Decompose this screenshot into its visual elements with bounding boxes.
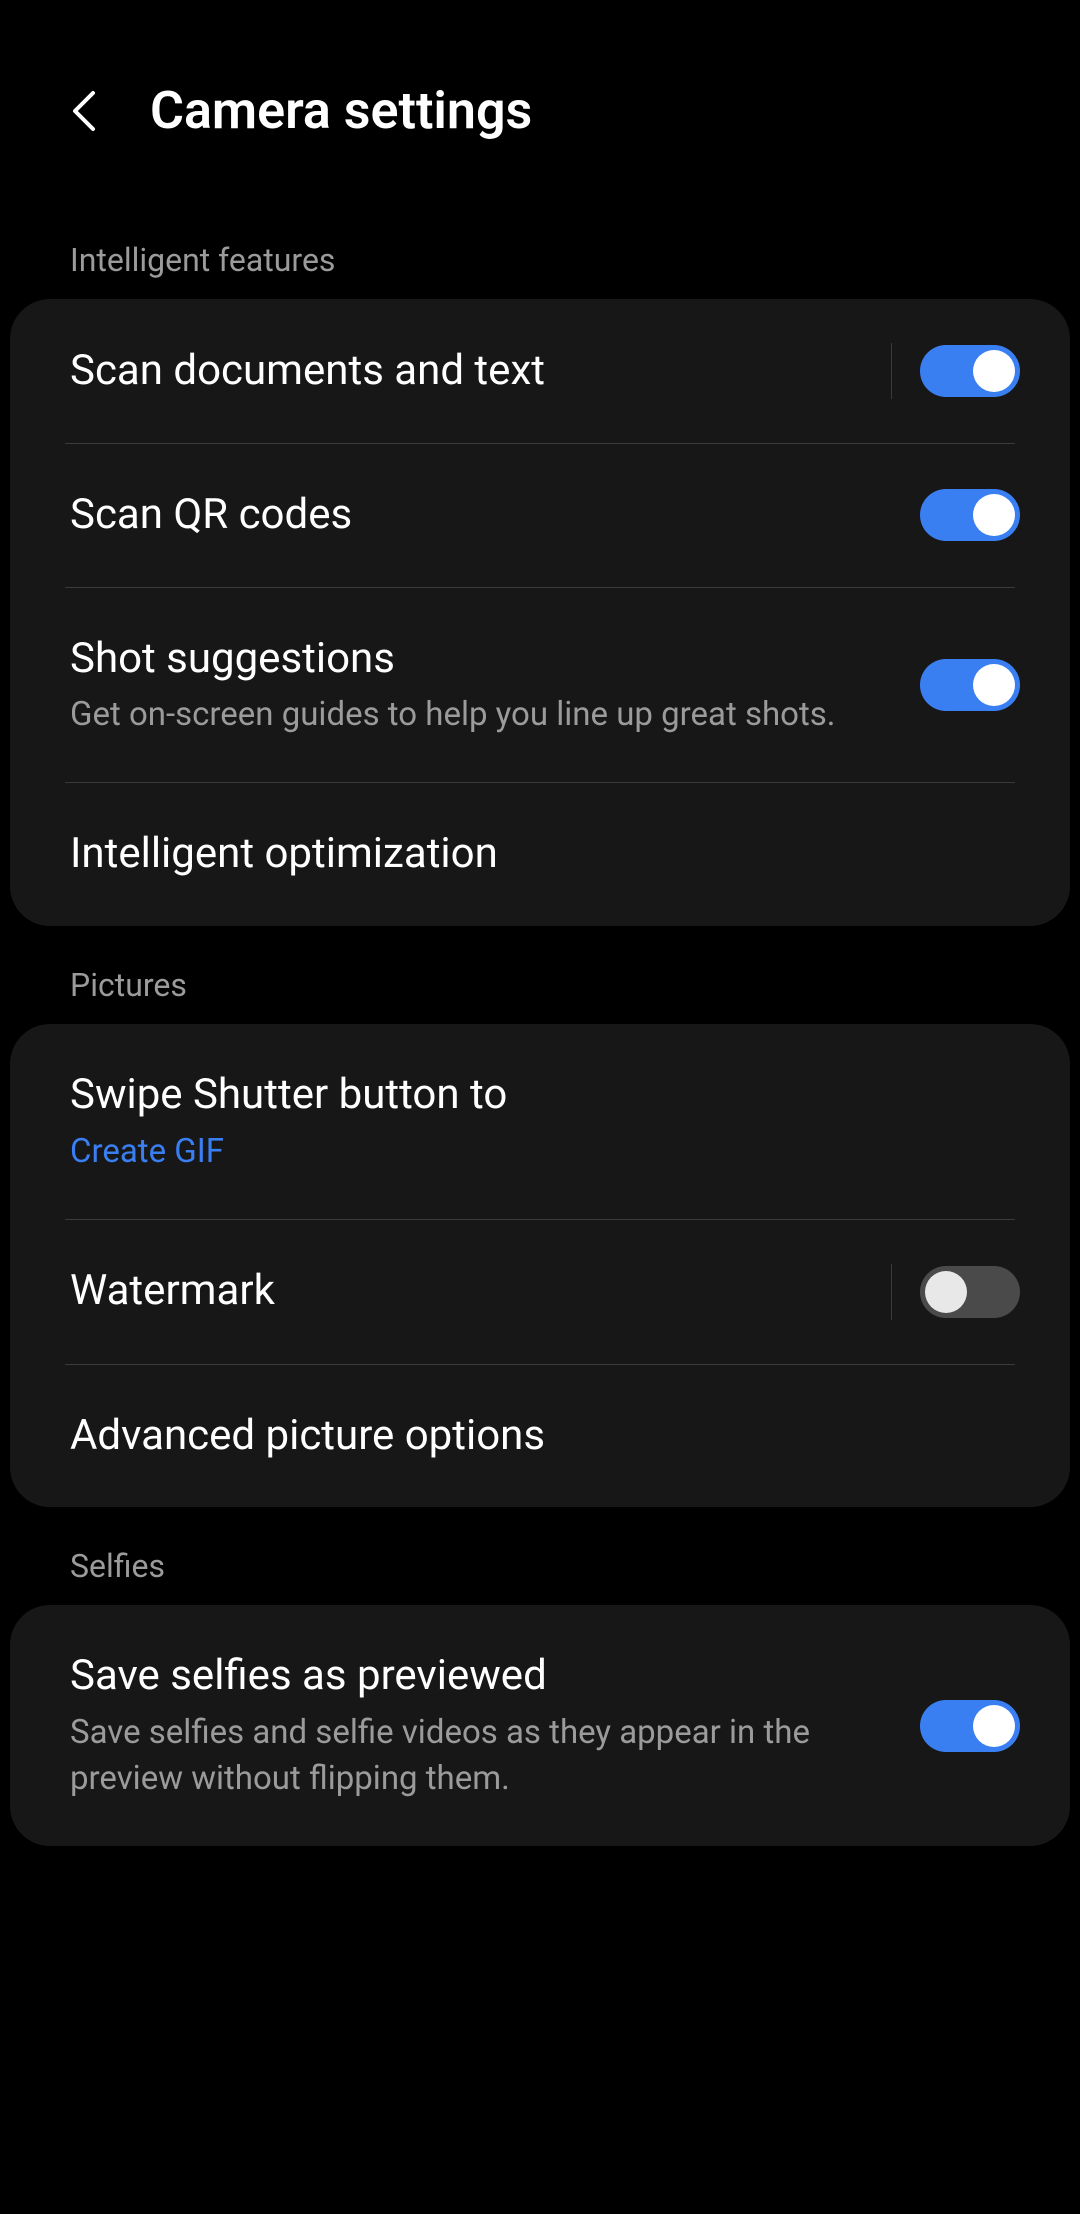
row-intelligent-optimization[interactable]: Intelligent optimization: [10, 783, 1070, 926]
row-content: Scan documents and text: [70, 344, 891, 399]
row-subtitle: Save selfies and selfie videos as they a…: [70, 1710, 920, 1802]
row-title: Save selfies as previewed: [70, 1649, 920, 1704]
row-value: Create GIF: [70, 1129, 1020, 1175]
toggle-divider: [891, 343, 892, 399]
row-content: Save selfies as previewed Save selfies a…: [70, 1649, 920, 1802]
toggle-scan-qr[interactable]: [920, 489, 1020, 541]
row-content: Shot suggestions Get on-screen guides to…: [70, 632, 920, 739]
row-scan-documents[interactable]: Scan documents and text: [10, 299, 1070, 443]
row-title: Swipe Shutter button to: [70, 1068, 1020, 1123]
toggle-divider: [891, 1264, 892, 1320]
toggle-area: [891, 1264, 1020, 1320]
row-scan-qr[interactable]: Scan QR codes: [10, 444, 1070, 587]
row-watermark[interactable]: Watermark: [10, 1220, 1070, 1364]
row-title: Intelligent optimization: [70, 827, 1020, 882]
row-content: Intelligent optimization: [70, 827, 1020, 882]
row-shot-suggestions[interactable]: Shot suggestions Get on-screen guides to…: [10, 588, 1070, 783]
row-swipe-shutter[interactable]: Swipe Shutter button to Create GIF: [10, 1024, 1070, 1219]
toggle-area: [891, 343, 1020, 399]
row-title: Watermark: [70, 1264, 891, 1319]
chevron-left-icon: [69, 89, 101, 133]
row-content: Advanced picture options: [70, 1409, 1020, 1464]
header: Camera settings: [0, 0, 1080, 201]
section-header-intelligent: Intelligent features: [0, 201, 1080, 299]
row-save-previewed[interactable]: Save selfies as previewed Save selfies a…: [10, 1605, 1070, 1846]
card-selfies: Save selfies as previewed Save selfies a…: [10, 1605, 1070, 1846]
row-content: Swipe Shutter button to Create GIF: [70, 1068, 1020, 1175]
toggle-area: [920, 1700, 1020, 1752]
toggle-area: [920, 489, 1020, 541]
row-title: Scan documents and text: [70, 344, 891, 399]
row-title: Scan QR codes: [70, 488, 920, 543]
row-content: Scan QR codes: [70, 488, 920, 543]
toggle-scan-documents[interactable]: [920, 345, 1020, 397]
row-content: Watermark: [70, 1264, 891, 1319]
row-advanced-picture[interactable]: Advanced picture options: [10, 1365, 1070, 1508]
card-intelligent: Scan documents and text Scan QR codes Sh…: [10, 299, 1070, 926]
toggle-shot-suggestions[interactable]: [920, 659, 1020, 711]
toggle-area: [920, 659, 1020, 711]
toggle-save-previewed[interactable]: [920, 1700, 1020, 1752]
card-pictures: Swipe Shutter button to Create GIF Water…: [10, 1024, 1070, 1507]
section-header-selfies: Selfies: [0, 1507, 1080, 1605]
row-title: Shot suggestions: [70, 632, 920, 687]
row-subtitle: Get on-screen guides to help you line up…: [70, 692, 920, 738]
page-title: Camera settings: [150, 80, 532, 141]
section-header-pictures: Pictures: [0, 926, 1080, 1024]
back-button[interactable]: [60, 86, 110, 136]
toggle-watermark[interactable]: [920, 1266, 1020, 1318]
row-title: Advanced picture options: [70, 1409, 1020, 1464]
